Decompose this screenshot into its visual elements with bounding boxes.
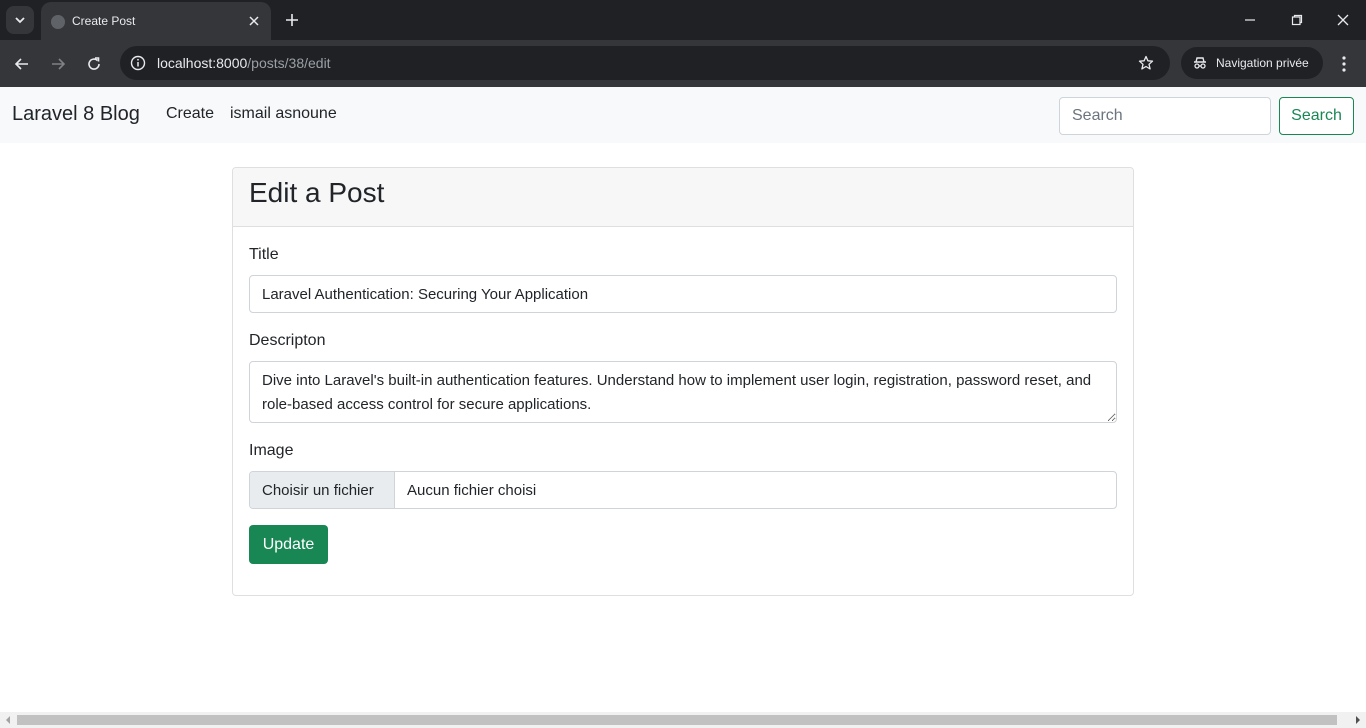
nav-link-user[interactable]: ismail asnoune xyxy=(230,105,337,123)
plus-icon xyxy=(286,14,298,26)
image-label: Image xyxy=(249,442,294,459)
horizontal-scrollbar[interactable] xyxy=(0,712,1366,728)
tab-title: Create Post xyxy=(72,14,136,28)
bookmark-star-button[interactable] xyxy=(1136,53,1156,73)
file-status-text: Aucun fichier choisi xyxy=(407,481,537,499)
browser-toolbar: localhost:8000/posts/38/edit Navigation … xyxy=(0,40,1366,87)
tab-search-button[interactable] xyxy=(6,6,34,34)
minimize-button[interactable] xyxy=(1238,8,1262,32)
url-host: localhost:8000 xyxy=(157,55,248,71)
description-textarea[interactable]: Dive into Laravel's built-in authenticat… xyxy=(249,361,1117,423)
restore-icon xyxy=(1291,14,1303,26)
description-label: Descripton xyxy=(249,332,326,349)
url-text: localhost:8000/posts/38/edit xyxy=(157,55,331,71)
scroll-left-icon[interactable] xyxy=(3,715,13,725)
browser-tab-active[interactable]: Create Post xyxy=(41,2,271,40)
choose-file-button[interactable]: Choisir un fichier xyxy=(250,472,395,508)
scroll-right-icon[interactable] xyxy=(1353,715,1363,725)
back-button[interactable] xyxy=(10,52,34,76)
navbar-brand[interactable]: Laravel 8 Blog xyxy=(12,103,140,126)
site-info-button[interactable] xyxy=(128,53,148,73)
close-window-button[interactable] xyxy=(1331,8,1355,32)
incognito-label: Navigation privée xyxy=(1216,56,1309,70)
incognito-indicator[interactable]: Navigation privée xyxy=(1181,47,1323,79)
image-file-input[interactable]: Choisir un fichier Aucun fichier choisi xyxy=(249,471,1117,509)
page-title: Edit a Post xyxy=(249,177,385,208)
arrow-right-icon xyxy=(52,58,66,70)
browser-tab-bar: Create Post xyxy=(0,0,1366,40)
close-icon xyxy=(249,16,259,26)
minimize-icon xyxy=(1245,19,1255,21)
reload-icon xyxy=(88,57,100,70)
reload-button[interactable] xyxy=(82,52,106,76)
edit-post-card: Edit a Post Title Descripton Dive into L… xyxy=(232,167,1134,596)
restore-button[interactable] xyxy=(1285,8,1309,32)
navbar: Laravel 8 Blog Create ismail asnoune Sea… xyxy=(0,87,1366,143)
arrow-left-icon xyxy=(14,58,28,70)
title-label: Title xyxy=(249,246,279,263)
search-button[interactable]: Search xyxy=(1279,97,1354,135)
url-path: /posts/38/edit xyxy=(247,55,331,71)
card-header: Edit a Post xyxy=(233,168,1133,227)
forward-button[interactable] xyxy=(46,52,70,76)
search-input[interactable] xyxy=(1059,97,1271,135)
update-button[interactable]: Update xyxy=(249,525,328,564)
address-bar[interactable]: localhost:8000/posts/38/edit xyxy=(120,46,1170,80)
title-input[interactable] xyxy=(249,275,1117,313)
browser-menu-button[interactable] xyxy=(1333,52,1355,76)
tab-close-button[interactable] xyxy=(245,12,263,30)
incognito-icon xyxy=(1191,54,1209,72)
star-icon xyxy=(1138,55,1154,70)
more-vertical-icon xyxy=(1342,56,1346,72)
globe-icon xyxy=(51,15,65,29)
chevron-down-icon xyxy=(15,17,25,24)
info-icon xyxy=(130,55,146,71)
nav-link-create[interactable]: Create xyxy=(166,105,214,123)
new-tab-button[interactable] xyxy=(282,10,302,30)
scrollbar-thumb[interactable] xyxy=(17,715,1337,725)
close-icon xyxy=(1337,14,1349,26)
